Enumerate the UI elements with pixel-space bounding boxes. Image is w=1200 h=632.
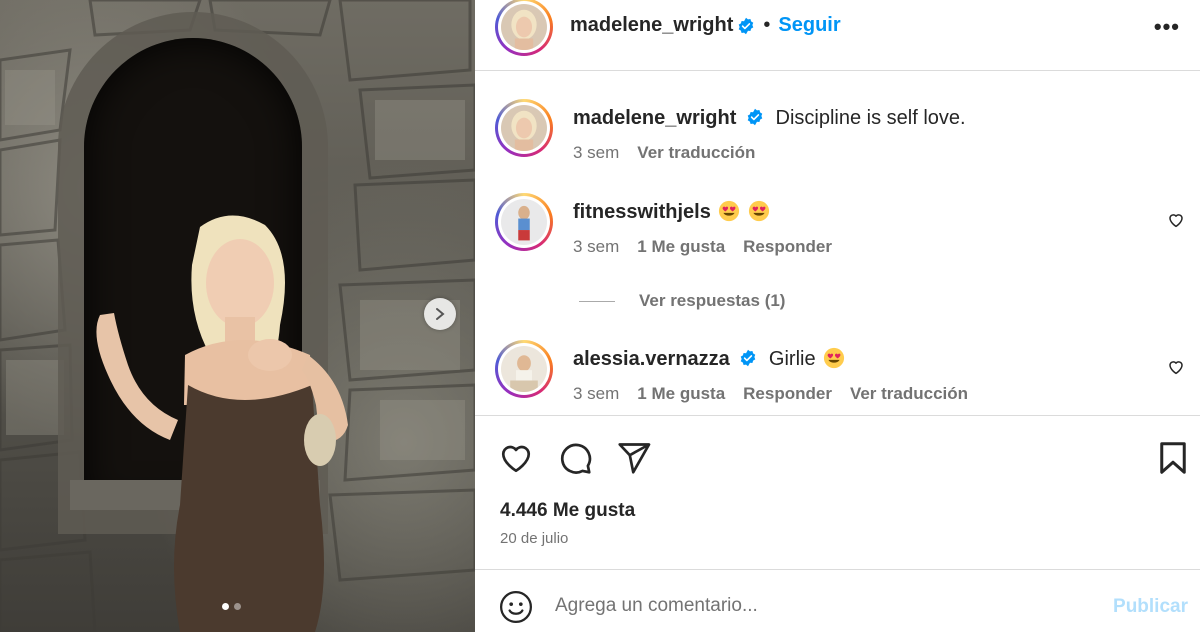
heart-eyes-emoji [748,200,770,222]
verified-badge-icon [741,349,756,367]
avatar-photo [501,105,547,151]
woman-figure [96,215,348,632]
translate-link[interactable]: Ver traducción [637,143,755,163]
chevron-right-icon [436,308,445,320]
comment-username[interactable]: madelene_wright [573,107,736,129]
comment-time: 3 sem [573,384,620,403]
comment-avatar[interactable] [495,340,553,398]
bookmark-icon[interactable] [1155,440,1191,476]
follow-button[interactable]: Seguir [778,14,840,37]
post-actions-bar: 4.446 Me gusta 20 de julio [475,415,1200,570]
header-separator: • [763,14,771,36]
publish-button[interactable]: Publicar [1113,596,1188,618]
carousel-dot-active [222,603,229,610]
comment-icon[interactable] [557,440,593,476]
comment-time: 3 sem [573,237,620,256]
post-details-panel: madelene_wright • Seguir ••• madelene_wr… [475,0,1200,632]
comment-username[interactable]: alessia.vernazza [573,348,730,370]
comment-text: Girlie [768,348,816,370]
like-comment-heart-icon[interactable] [1167,211,1185,229]
next-slide-button[interactable] [424,298,456,330]
verified-badge-icon [747,108,763,126]
emoji-icon[interactable] [499,590,533,624]
post-header: madelene_wright • Seguir ••• [475,0,1200,71]
post-date: 20 de julio [500,530,569,547]
carousel-indicator [222,603,241,610]
comment-avatar[interactable] [495,193,553,251]
like-comment-heart-icon[interactable] [1167,358,1185,376]
heart-icon[interactable] [498,440,534,476]
comment-username[interactable]: fitnesswithjels [573,201,711,223]
translate-link[interactable]: Ver traducción [850,384,968,404]
reply-button[interactable]: Responder [743,237,832,257]
avatar-photo [501,4,547,50]
comment-text: Discipline is self love. [775,107,966,129]
view-replies-label: Ver respuestas (1) [639,291,786,310]
avatar-photo [501,199,547,245]
comment-composer: Publicar [475,570,1200,632]
likes-count[interactable]: 4.446 Me gusta [500,500,635,522]
header-username[interactable]: madelene_wright [570,14,733,37]
author-avatar[interactable] [495,0,553,56]
avatar-photo [501,346,547,392]
comment-likes[interactable]: 1 Me gusta [637,384,725,404]
comment-likes[interactable]: 1 Me gusta [637,237,725,257]
comment-input[interactable] [555,588,1075,624]
share-icon[interactable] [616,440,652,476]
comment-avatar[interactable] [495,99,553,157]
reply-button[interactable]: Responder [743,384,832,404]
view-replies-button[interactable]: Ver respuestas (1) [579,291,785,311]
carousel-dot [234,603,241,610]
more-icon[interactable]: ••• [1154,14,1180,40]
comment-time: 3 sem [573,143,620,162]
replies-divider [579,300,615,302]
heart-eyes-emoji [719,200,740,222]
heart-eyes-emoji [824,347,845,369]
verified-badge-icon [739,17,754,34]
post-photo[interactable] [0,0,475,632]
